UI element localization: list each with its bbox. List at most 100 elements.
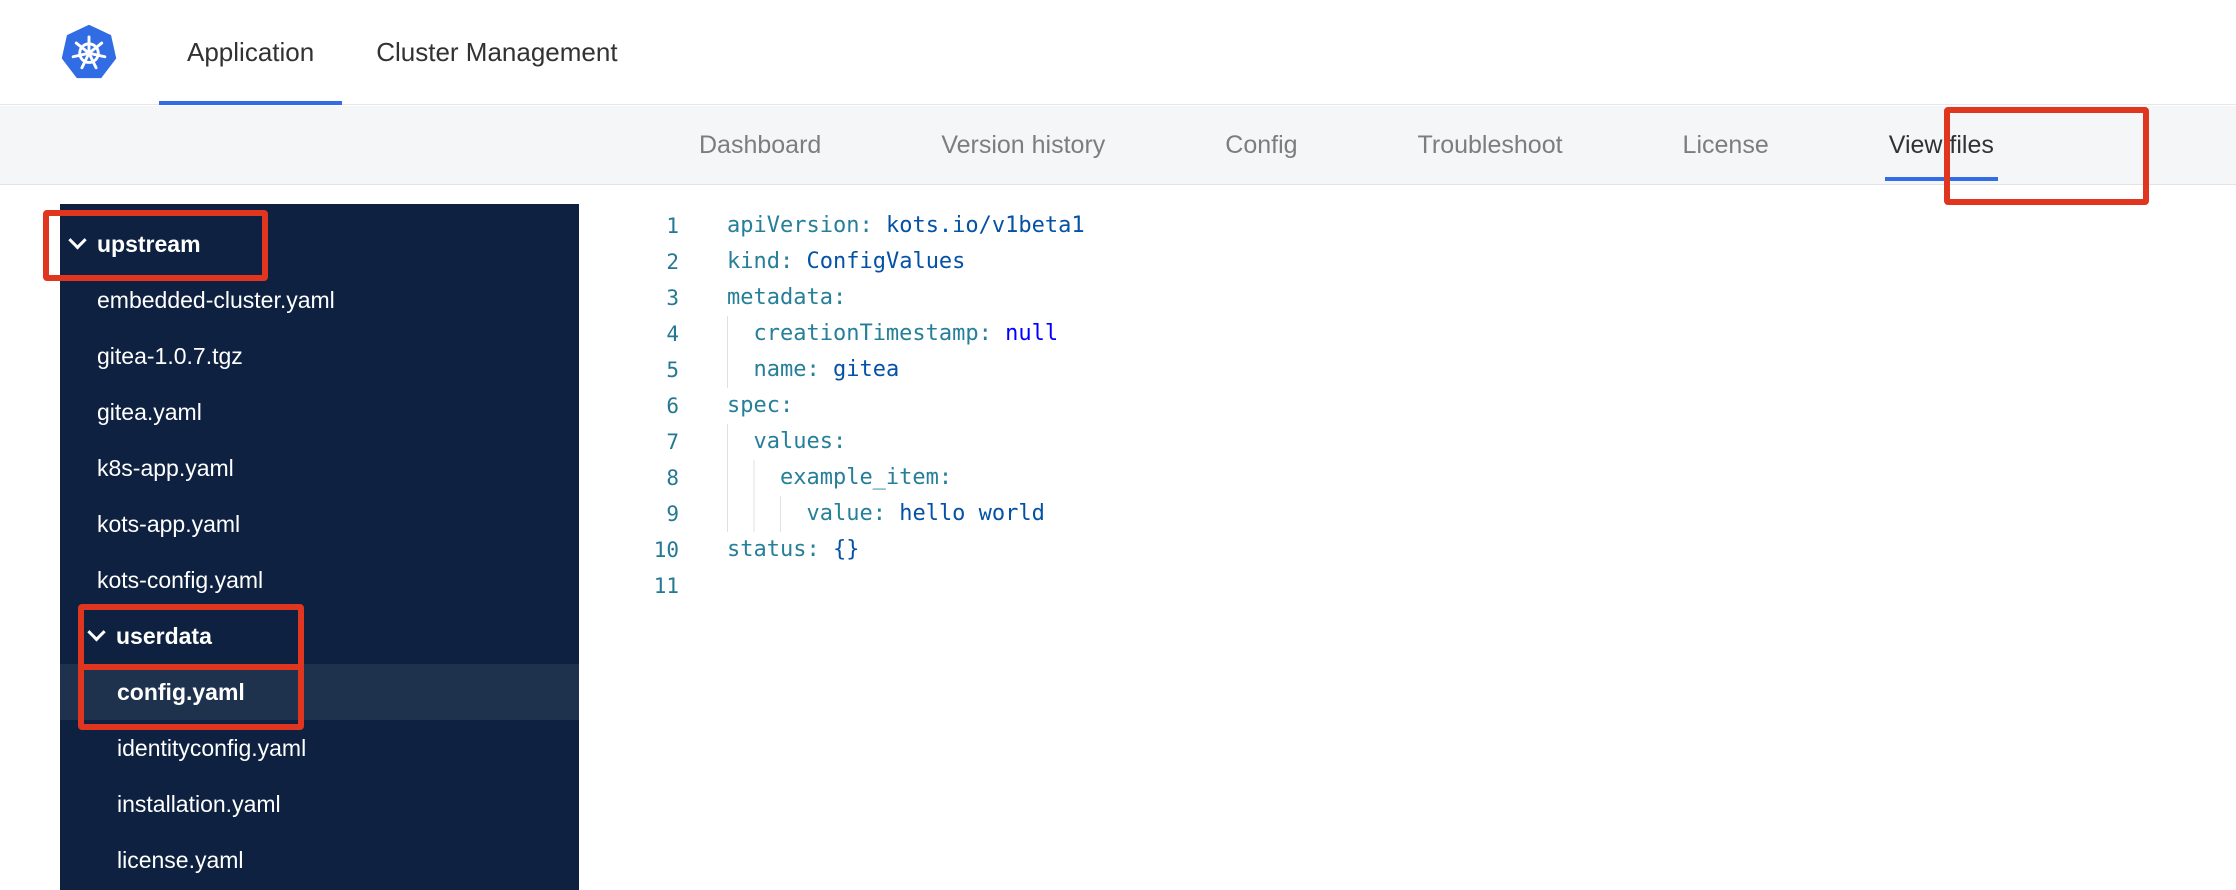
indent-guide (727, 460, 780, 496)
tree-file-license-yaml[interactable]: license.yaml (60, 832, 579, 888)
indent-guide (727, 424, 754, 460)
code-token: ConfigValues (806, 249, 966, 274)
code-token: creationTimestamp: (753, 321, 992, 346)
code-line: 11 (579, 568, 2236, 604)
tree-folder-upstream[interactable]: upstream (60, 216, 579, 272)
tab-application[interactable]: Application (158, 0, 343, 105)
subnav-items: Dashboard Version history Config Troublesho… (0, 106, 2236, 184)
code-token: name: (753, 357, 820, 382)
tab-config[interactable]: Config (1225, 106, 1297, 184)
code-line-content: values: (727, 424, 846, 460)
tree-item-label: installation.yaml (117, 790, 281, 817)
tree-file-kots-config-yaml[interactable]: kots-config.yaml (60, 552, 579, 608)
tab-cluster-management[interactable]: Cluster Management (376, 0, 617, 105)
tree-file-config-yaml[interactable]: config.yaml (60, 664, 579, 720)
line-number: 11 (653, 574, 679, 598)
tree-file-gitea-1-0-7-tgz[interactable]: gitea-1.0.7.tgz (60, 328, 579, 384)
code-line-content: value: hello world (727, 496, 1045, 532)
tree-item-label: license.yaml (117, 846, 244, 873)
tab-license[interactable]: License (1683, 106, 1769, 184)
indent-guide (727, 316, 754, 352)
tree-folder-userdata[interactable]: userdata (60, 608, 579, 664)
line-number: 2 (666, 250, 679, 274)
code-token: hello world (899, 501, 1045, 526)
line-number: 1 (666, 214, 679, 238)
app-header: Application Cluster Management (0, 0, 2236, 105)
code-line: 4 creationTimestamp: null (579, 316, 2236, 352)
code-line: 2 kind: ConfigValues (579, 244, 2236, 280)
chevron-down-icon (68, 230, 87, 249)
tab-version-history[interactable]: Version history (941, 106, 1105, 184)
tree-item-label: userdata (116, 622, 212, 649)
code-token: gitea (832, 357, 900, 382)
app-subnav: Dashboard Version history Config Troublesho… (0, 106, 2236, 185)
tree-item-label: identityconfig.yaml (117, 734, 307, 761)
tab-view-files[interactable]: View files (1884, 106, 1999, 184)
line-number: 3 (666, 286, 679, 310)
code-line: 8 example_item: (579, 460, 2236, 496)
tree-file-k8s-app-yaml[interactable]: k8s-app.yaml (60, 440, 579, 496)
code-token: null (1005, 321, 1059, 346)
code-line: 6 spec: (579, 388, 2236, 424)
tree-item-label: gitea.yaml (97, 398, 202, 425)
tree-file-gitea-yaml[interactable]: gitea.yaml (60, 384, 579, 440)
line-number: 6 (666, 394, 679, 418)
code-line: 7 values: (579, 424, 2236, 460)
line-number: 9 (666, 502, 679, 526)
tab-troubleshoot[interactable]: Troubleshoot (1418, 106, 1563, 184)
indent-guide (727, 352, 754, 388)
line-number: 4 (666, 322, 679, 346)
code-line: 9 value: hello world (579, 496, 2236, 532)
code-line: 5 name: gitea (579, 352, 2236, 388)
tree-item-label: config.yaml (117, 678, 245, 705)
tree-file-identityconfig-yaml[interactable]: identityconfig.yaml (60, 720, 579, 776)
line-number: 10 (653, 538, 679, 562)
code-line: 10 status: {} (579, 532, 2236, 568)
code-line-content: name: gitea (727, 352, 899, 388)
tree-item-label: gitea-1.0.7.tgz (97, 342, 243, 369)
code-line-content: spec: (727, 388, 793, 424)
tree-item-label: k8s-app.yaml (97, 454, 234, 481)
code-token: metadata: (727, 285, 847, 310)
tree-item-label: upstream (97, 230, 201, 257)
code-line-content: metadata: (727, 280, 846, 316)
code-line-content: kind: ConfigValues (727, 244, 965, 280)
tree-item-label: kots-app.yaml (97, 510, 241, 537)
file-tree-sidebar: upstream embedded-cluster.yaml gitea-1.0.7… (60, 204, 579, 890)
line-number: 7 (666, 430, 679, 454)
indent-guide (727, 496, 807, 532)
header-tabs: Application Cluster Management (158, 0, 618, 105)
code-token: apiVersion: (727, 213, 873, 238)
tree-file-kots-app-yaml[interactable]: kots-app.yaml (60, 496, 579, 552)
kubernetes-logo-icon[interactable] (60, 23, 118, 81)
code-line: 3 metadata: (579, 280, 2236, 316)
code-line-content: example_item: (727, 460, 952, 496)
code-line: 1 apiVersion: kots.io/v1beta1 (579, 208, 2236, 244)
code-token: example_item: (779, 465, 953, 490)
tree-item-label: kots-config.yaml (97, 566, 264, 593)
code-editor[interactable]: 1 apiVersion: kots.io/v1beta1 2 kind: Confi… (579, 204, 2236, 890)
code-line-content: apiVersion: kots.io/v1beta1 (727, 208, 1085, 244)
code-token: value: (806, 501, 886, 526)
chevron-down-icon (87, 622, 106, 641)
code-line-content: creationTimestamp: null (727, 316, 1058, 352)
tree-item-label: embedded-cluster.yaml (97, 286, 335, 313)
code-token: kind: (727, 249, 794, 274)
tree-file-installation-yaml[interactable]: installation.yaml (60, 776, 579, 832)
line-number: 8 (666, 466, 679, 490)
code-token: spec: (727, 393, 794, 418)
code-token: values: (753, 429, 847, 454)
code-token: {} (832, 537, 860, 562)
code-token: status: (727, 537, 820, 562)
line-number: 5 (666, 358, 679, 382)
tree-file-embedded-cluster-yaml[interactable]: embedded-cluster.yaml (60, 272, 579, 328)
tab-dashboard[interactable]: Dashboard (699, 106, 821, 184)
code-token: kots.io/v1beta1 (885, 213, 1085, 238)
code-line-content: status: {} (727, 532, 859, 568)
